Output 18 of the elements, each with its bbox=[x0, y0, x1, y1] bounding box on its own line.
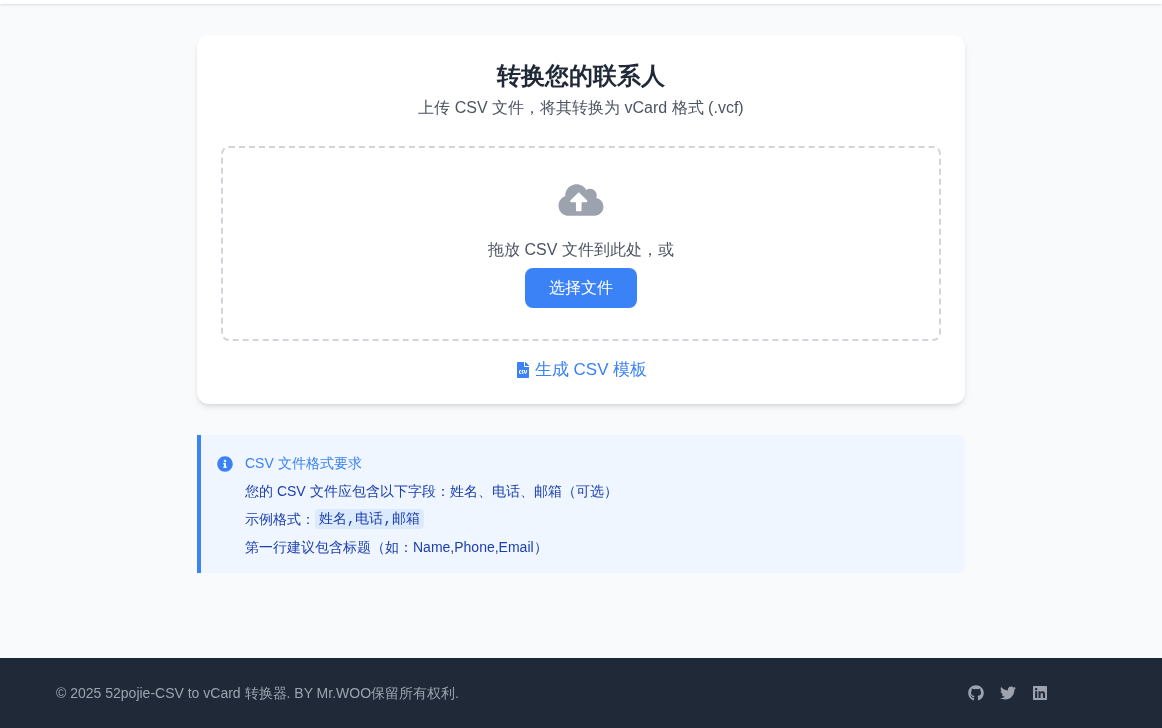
csv-file-icon bbox=[514, 362, 531, 378]
info-title: CSV 文件格式要求 bbox=[245, 454, 363, 473]
example-code: 姓名,电话,邮箱 bbox=[315, 509, 424, 529]
linkedin-icon[interactable] bbox=[1032, 685, 1048, 701]
choose-file-button[interactable]: 选择文件 bbox=[525, 268, 637, 308]
template-link[interactable]: 生成 CSV 模板 bbox=[514, 358, 648, 382]
card-title: 转换您的联系人 bbox=[497, 61, 665, 91]
github-icon[interactable] bbox=[968, 685, 984, 701]
drop-zone[interactable]: 拖放 CSV 文件到此处，或 选择文件 bbox=[221, 146, 941, 341]
fields-text: 您的 CSV 文件应包含以下字段：姓名、电话、邮箱（可选） bbox=[245, 482, 618, 501]
copyright-text: © 2025 52pojie-CSV to vCard 转换器. BY Mr.WOO保留所有权利. bbox=[56, 683, 459, 703]
cloud-upload-icon bbox=[558, 182, 604, 218]
card-subtitle: 上传 CSV 文件，将其转换为 vCard 格式 (.vcf) bbox=[418, 98, 744, 118]
header-hint-text: 第一行建议包含标题（如：Name,Phone,Email） bbox=[245, 538, 549, 557]
drop-prompt: 拖放 CSV 文件到此处，或 bbox=[488, 240, 674, 260]
info-icon bbox=[217, 456, 233, 472]
example-label: 示例格式： bbox=[245, 510, 315, 529]
twitter-icon[interactable] bbox=[1000, 685, 1016, 701]
